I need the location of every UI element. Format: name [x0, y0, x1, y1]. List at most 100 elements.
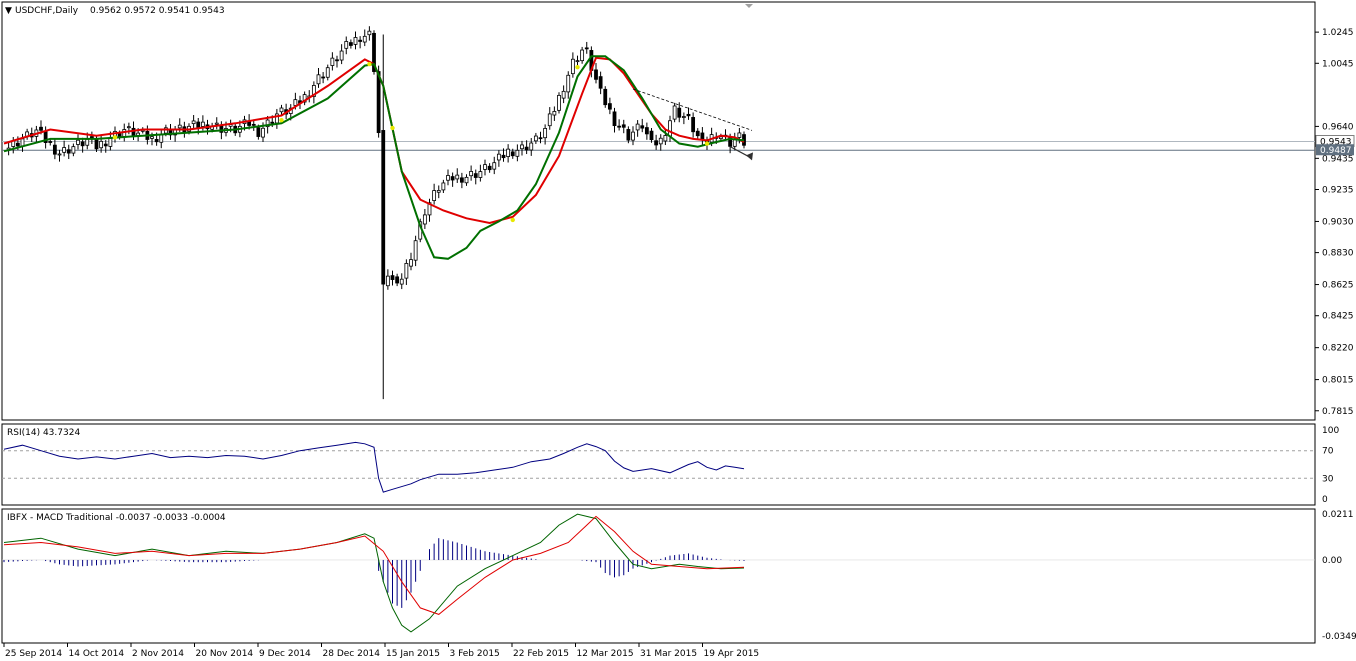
- candle-body: [441, 182, 446, 191]
- candle-body: [529, 142, 534, 151]
- candle-body: [335, 59, 339, 62]
- candle-body: [52, 144, 57, 155]
- candle-body: [20, 138, 25, 147]
- candle-body: [108, 137, 113, 147]
- candle-body: [580, 49, 585, 62]
- date-axis-label: 14 Oct 2014: [69, 649, 125, 659]
- candle-body: [473, 173, 478, 178]
- candle-body: [483, 164, 487, 170]
- date-axis-label: 28 Dec 2014: [323, 649, 381, 659]
- price-axis-label: 0.9640: [1322, 122, 1354, 132]
- ma-turn-dot: [510, 217, 515, 223]
- candle-body: [663, 135, 668, 142]
- candle-body: [395, 276, 400, 284]
- candle-body: [575, 60, 580, 63]
- rsi-axis-label: 30: [1322, 474, 1334, 484]
- candle-body: [348, 42, 353, 46]
- candle-body: [117, 133, 122, 137]
- candle-body: [48, 141, 53, 143]
- candle-body: [293, 99, 298, 106]
- candle-body: [80, 141, 85, 147]
- candle-body: [385, 275, 390, 287]
- candle-body: [506, 148, 511, 157]
- macd-axis-label: 0.00: [1322, 556, 1342, 566]
- ma-turn-dot: [279, 117, 284, 123]
- candle-body: [496, 153, 501, 161]
- candle-body: [358, 39, 363, 42]
- candle-body: [455, 174, 460, 180]
- candle-body: [353, 37, 358, 45]
- date-axis-label: 20 Nov 2014: [196, 649, 254, 659]
- chart-symbol-label: USDCHF,Daily: [15, 6, 79, 16]
- ma-turn-dot: [575, 64, 580, 70]
- candle-body: [543, 128, 548, 139]
- candle-body: [270, 121, 275, 124]
- chart-window: ▼ USDCHF,Daily 0.9562 0.9572 0.9541 0.95…: [1, 1, 1356, 659]
- candle-body: [621, 124, 626, 128]
- candle-body: [376, 71, 381, 134]
- candle-body: [538, 137, 543, 140]
- candle-body: [66, 149, 71, 154]
- ma-turn-dot: [367, 61, 372, 67]
- candle-body: [644, 127, 649, 135]
- candle-body: [399, 278, 404, 285]
- candle-body: [214, 122, 219, 125]
- candle-body: [658, 137, 663, 145]
- candle-body: [62, 147, 67, 153]
- candle-body: [533, 135, 538, 142]
- candle-body: [177, 124, 182, 129]
- candle-body: [626, 129, 631, 141]
- candle-body: [330, 57, 335, 66]
- candle-body: [413, 240, 418, 261]
- price-panel[interactable]: [1, 1, 1316, 421]
- candle-body: [261, 127, 265, 138]
- candle-body: [732, 139, 737, 147]
- candle-body: [510, 151, 515, 157]
- candle-body: [459, 177, 464, 183]
- candle-body: [635, 123, 640, 131]
- candle-body: [487, 165, 492, 171]
- macd-panel[interactable]: [1, 508, 1316, 644]
- price-axis-label: 1.0045: [1322, 59, 1354, 69]
- candle-body: [436, 190, 441, 193]
- candle-body: [94, 138, 99, 150]
- candle-body: [150, 136, 154, 139]
- price-axis-label: 0.8425: [1322, 312, 1354, 322]
- rsi-axis-label: 0: [1322, 495, 1328, 505]
- price-axis-label: 0.8830: [1322, 249, 1354, 259]
- candle-body: [89, 136, 94, 139]
- candle-body: [432, 190, 437, 201]
- candle-body: [631, 131, 635, 141]
- date-axis-label: 19 Apr 2015: [704, 649, 760, 659]
- rsi-title: RSI(14) 43.7324: [7, 428, 80, 438]
- candle-body: [515, 149, 520, 157]
- candle-body: [681, 116, 686, 118]
- candle-body: [584, 47, 589, 50]
- rsi-panel[interactable]: [1, 423, 1316, 506]
- rsi-axis-label: 100: [1322, 426, 1339, 436]
- chart-ohlc-values: 0.9562 0.9572 0.9541 0.9543: [90, 6, 225, 16]
- candle-body: [57, 153, 62, 156]
- candle-body: [691, 117, 696, 133]
- candle-body: [695, 130, 700, 137]
- candle-body: [339, 50, 344, 61]
- candle-body: [654, 140, 659, 146]
- macd-title: IBFX - MACD Traditional -0.0037 -0.0033 …: [7, 513, 226, 523]
- candle-body: [520, 144, 524, 150]
- candle-body: [668, 120, 672, 137]
- price-axis-label: 0.8220: [1322, 344, 1354, 354]
- date-axis-label: 9 Dec 2014: [259, 649, 311, 659]
- candle-body: [677, 107, 682, 118]
- candle-body: [446, 175, 450, 181]
- candle-body: [557, 94, 561, 111]
- candle-body: [99, 140, 104, 149]
- date-axis-label: 22 Feb 2015: [513, 649, 569, 659]
- candle-body: [547, 113, 552, 127]
- candle-body: [362, 35, 367, 43]
- candle-body: [603, 88, 608, 106]
- chart-title-arrow-icon[interactable]: ▼: [5, 6, 12, 16]
- candle-body: [478, 171, 483, 178]
- ma-turn-dot: [112, 135, 118, 140]
- candle-body: [686, 113, 691, 117]
- ma-turn-dot: [390, 125, 395, 131]
